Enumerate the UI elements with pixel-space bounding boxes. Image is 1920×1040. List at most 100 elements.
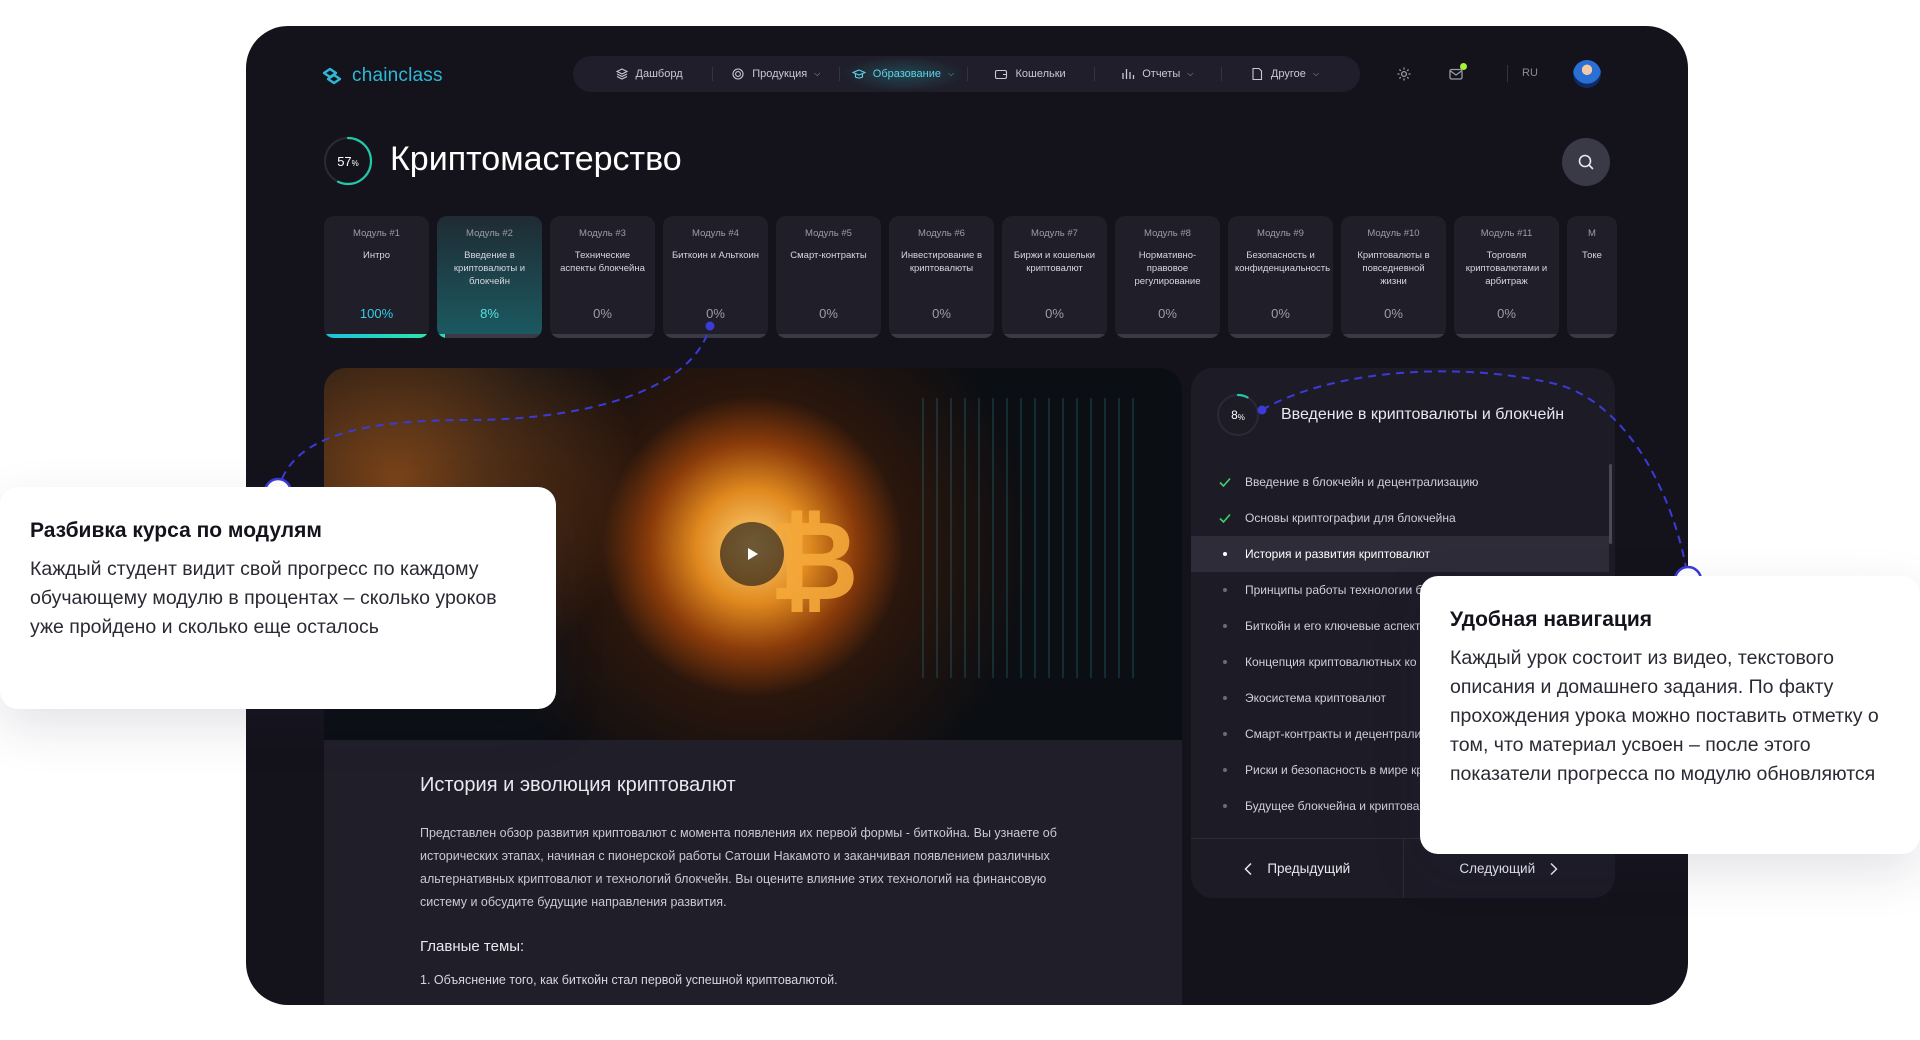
module-progress: 8% xyxy=(480,306,499,321)
mail-button[interactable] xyxy=(1444,62,1468,86)
module-card[interactable]: Модуль #6 Инвестирование в криптовалюты … xyxy=(889,216,994,338)
nav-label: Дашборд xyxy=(635,68,683,80)
module-title: Токе xyxy=(1582,250,1602,261)
bullet-icon xyxy=(1217,726,1233,742)
module-title: Биткоин и Альткоин xyxy=(671,250,760,261)
check-icon xyxy=(1217,474,1233,490)
module-card[interactable]: Модуль #3 Технические аспекты блокчейна … xyxy=(550,216,655,338)
scrollbar[interactable] xyxy=(1609,464,1612,544)
module-progress: 0% xyxy=(1158,306,1177,321)
nav-label: Отчеты xyxy=(1142,68,1181,80)
module-card[interactable]: Модуль #2 Введение в криптовалюты и блок… xyxy=(437,216,542,338)
module-title: Технические аспекты блокчейна xyxy=(560,250,645,274)
logo[interactable]: chainclass xyxy=(320,64,443,88)
module-title: Введение в криптовалюты и блокчейн xyxy=(1281,406,1565,423)
module-card[interactable]: М Токе xyxy=(1567,216,1617,338)
callout-navigation: Удобная навигация Каждый урок состоит из… xyxy=(1420,576,1920,854)
play-button[interactable] xyxy=(720,522,784,586)
topic-item: 1. Объяснение того, как биткойн стал пер… xyxy=(420,973,838,987)
module-number: Модуль #6 xyxy=(918,228,965,239)
lesson-label: Смарт-контракты и децентрали xyxy=(1245,727,1422,741)
lesson-list-item-current[interactable]: История и развития криптовалют xyxy=(1191,536,1609,572)
module-card[interactable]: Модуль #5 Смарт-контракты 0% xyxy=(776,216,881,338)
module-card[interactable]: Модуль #4 Биткоин и Альткоин 0% xyxy=(663,216,768,338)
nav-label: Продукция xyxy=(752,68,808,80)
page-title: Криптомастерство xyxy=(390,140,682,178)
module-progress-bar xyxy=(1454,334,1559,338)
course-progress-value: 57% xyxy=(337,153,359,169)
nav-item-other[interactable]: Другое ⌵ xyxy=(1220,56,1348,92)
lesson-label: Будущее блокчейна и криптова xyxy=(1245,799,1420,813)
bullet-icon xyxy=(1217,690,1233,706)
module-number: Модуль #4 xyxy=(692,228,739,239)
nav-item-products[interactable]: Продукция ⌵ xyxy=(712,56,839,92)
lesson-list-item[interactable]: Основы криптографии для блокчейна xyxy=(1191,500,1609,536)
nav-label: Другое xyxy=(1270,68,1306,80)
language-switcher[interactable]: RU xyxy=(1522,67,1538,79)
lesson-label: Биткойн и его ключевые аспект xyxy=(1245,619,1421,633)
lesson-label: Введение в блокчейн и децентрализацию xyxy=(1245,475,1479,489)
callout-title: Удобная навигация xyxy=(1450,608,1653,631)
previous-button[interactable]: Предыдущий xyxy=(1191,839,1403,898)
main-nav: Дашборд Продукция ⌵ Образование ⌵ Кошель… xyxy=(573,56,1360,92)
lesson-title: История и эволюция криптовалют xyxy=(420,774,736,796)
next-label: Следующий xyxy=(1459,861,1536,876)
module-progress-bar xyxy=(1341,334,1446,338)
module-title: Интро xyxy=(363,250,390,261)
nav-item-wallets[interactable]: Кошельки xyxy=(966,56,1094,92)
nav-item-dashboard[interactable]: Дашборд xyxy=(585,56,712,92)
chevron-down-icon: ⌵ xyxy=(1187,69,1194,78)
module-progress: 100% xyxy=(359,306,394,321)
chevron-left-icon xyxy=(1244,862,1252,875)
module-card[interactable]: Модуль #1 Интро 100% xyxy=(324,216,429,338)
module-number: Модуль #11 xyxy=(1480,228,1533,239)
module-card[interactable]: Модуль #7 Биржи и кошельки криптовалют 0… xyxy=(1002,216,1107,338)
module-card[interactable]: Модуль #8 Нормативно-правовое регулирова… xyxy=(1115,216,1220,338)
module-number: Модуль #9 xyxy=(1257,228,1304,239)
graduation-cap-icon xyxy=(851,69,866,79)
module-progress: 0% xyxy=(1384,306,1403,321)
module-progress-value: 8% xyxy=(1231,408,1245,422)
settings-button[interactable] xyxy=(1392,62,1416,86)
module-number: М xyxy=(1588,228,1596,239)
module-title: Биржи и кошельки криптовалют xyxy=(1013,250,1096,274)
module-card[interactable]: Модуль #10 Криптовалюты в повседневной ж… xyxy=(1341,216,1446,338)
module-title: Нормативно-правовое регулирование xyxy=(1134,250,1201,287)
module-number: Модуль #3 xyxy=(579,228,626,239)
bar-chart-icon xyxy=(1122,69,1135,79)
module-title: Криптовалюты в повседневной жизни xyxy=(1357,250,1430,287)
avatar[interactable] xyxy=(1573,60,1601,88)
previous-label: Предыдущий xyxy=(1267,861,1351,876)
module-card[interactable]: Модуль #11 Торговля криптовалютами и арб… xyxy=(1454,216,1559,338)
search-button[interactable] xyxy=(1562,138,1610,186)
bullet-icon xyxy=(1217,798,1233,814)
wallet-icon xyxy=(995,69,1008,80)
nav-label: Кошельки xyxy=(1015,68,1066,80)
module-title: Введение в криптовалюты и блокчейн xyxy=(453,250,526,287)
header-divider xyxy=(1507,65,1508,82)
callout-modules: Разбивка курса по модулям Каждый студент… xyxy=(0,487,556,709)
module-progress: 0% xyxy=(706,306,725,321)
module-title: Инвестирование в криптовалюты xyxy=(900,250,983,274)
module-progress: 0% xyxy=(1497,306,1516,321)
notification-dot xyxy=(1460,63,1467,70)
bullet-icon xyxy=(1217,618,1233,634)
module-progress: 0% xyxy=(593,306,612,321)
module-strip: Модуль #1 Интро 100% Модуль #2 Введение … xyxy=(324,216,1617,338)
nav-item-education[interactable]: Образование ⌵ xyxy=(839,56,967,92)
lesson-list-item[interactable]: Введение в блокчейн и децентрализацию xyxy=(1191,464,1609,500)
lesson-label: Экосистема криптовалют xyxy=(1245,691,1386,705)
module-title: Смарт-контракты xyxy=(790,250,867,261)
module-card[interactable]: Модуль #9 Безопасность и конфиденциально… xyxy=(1228,216,1333,338)
lesson-label: Принципы работы технологии б xyxy=(1245,583,1423,597)
module-number: Модуль #5 xyxy=(805,228,852,239)
module-progress: 0% xyxy=(932,306,951,321)
document-icon xyxy=(1252,67,1262,81)
module-progress-bar xyxy=(663,334,768,338)
bullet-icon xyxy=(1217,762,1233,778)
module-progress-bar xyxy=(550,334,655,338)
coin-icon xyxy=(732,68,744,80)
nav-item-reports[interactable]: Отчеты ⌵ xyxy=(1093,56,1221,92)
topics-heading: Главные темы: xyxy=(420,938,525,955)
module-progress: 0% xyxy=(1271,306,1290,321)
